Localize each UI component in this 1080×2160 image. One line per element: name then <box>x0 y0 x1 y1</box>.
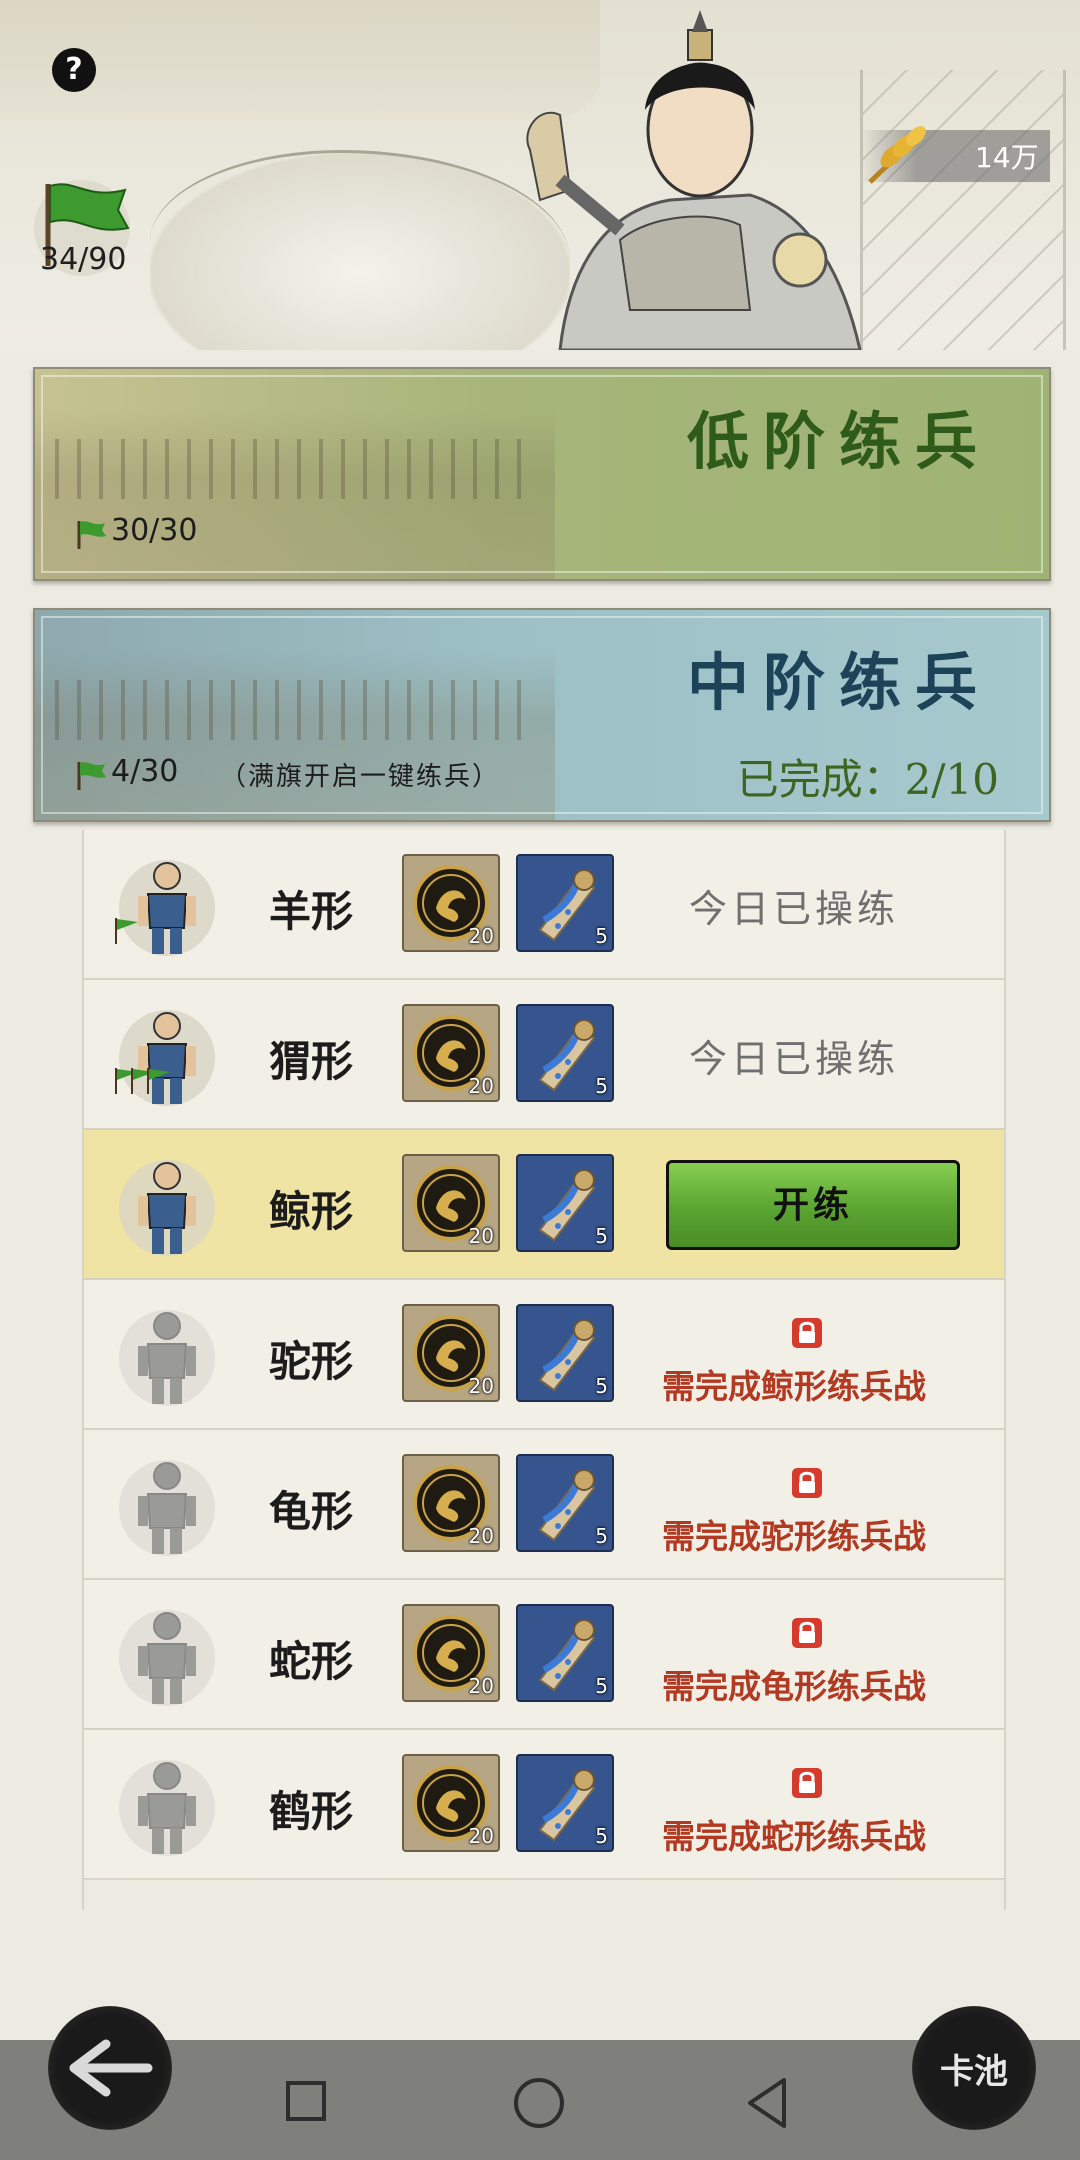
training-row[interactable]: 驼形 20 5 需完成鲸形练兵战 <box>84 1280 1004 1430</box>
system-back-icon[interactable] <box>744 2076 790 2130</box>
unlock-requirement: 需完成龟形练兵战 <box>662 1667 926 1706</box>
formation-name: 羊形 <box>269 887 354 936</box>
mid-tier-training-banner[interactable]: 中阶练兵 4/30 （满旗开启一键练兵） 已完成：2/10 <box>33 608 1051 822</box>
scroll-item-icon[interactable]: 5 <box>516 1604 614 1702</box>
coin-item-icon[interactable]: 20 <box>402 1754 500 1852</box>
formation-name: 鹤形 <box>269 1787 354 1836</box>
training-row[interactable]: 蛇形 20 5 需完成龟形练兵战 <box>84 1580 1004 1730</box>
lock-icon <box>792 1768 822 1798</box>
wheat-icon <box>868 126 926 184</box>
coin-item-icon[interactable]: 20 <box>402 1304 500 1402</box>
coin-item-icon[interactable]: 20 <box>402 1454 500 1552</box>
training-list[interactable]: 羊形 20 5 今日已操练 猬形 20 5 今日已操练 鲸形 20 5 开练 驼… <box>82 830 1006 1910</box>
formation-name: 猬形 <box>269 1037 354 1086</box>
coin-item-icon[interactable]: 20 <box>402 854 500 952</box>
card-pool-button[interactable]: 卡池 <box>912 2006 1036 2130</box>
scroll-item-icon[interactable]: 5 <box>516 1754 614 1852</box>
unlock-requirement: 需完成驼形练兵战 <box>662 1517 926 1556</box>
coin-item-icon[interactable]: 20 <box>402 1154 500 1252</box>
training-row[interactable]: 鲸形 20 5 开练 <box>84 1130 1004 1280</box>
unlock-requirement: 需完成蛇形练兵战 <box>662 1817 926 1856</box>
banner-note: （满旗开启一键练兵） <box>220 762 501 792</box>
low-tier-training-banner[interactable]: 低阶练兵 30/30 <box>33 367 1051 581</box>
green-flag-icon <box>77 762 106 790</box>
soldier-avatar-icon <box>115 860 215 956</box>
training-row[interactable]: 羊形 20 5 今日已操练 <box>84 830 1004 980</box>
back-button[interactable] <box>48 2006 172 2130</box>
unlock-requirement: 需完成鲸形练兵战 <box>662 1367 926 1406</box>
soldier-avatar-icon <box>115 1010 215 1106</box>
coin-item-icon[interactable]: 20 <box>402 1004 500 1102</box>
help-button[interactable]: ? <box>52 48 96 92</box>
general-portrait <box>526 10 862 350</box>
banner-title: 中阶练兵 <box>686 646 991 719</box>
training-row[interactable]: 鹤形 20 5 需完成蛇形练兵战 <box>84 1730 1004 1880</box>
scroll-item-icon[interactable]: 5 <box>516 1154 614 1252</box>
scroll-item-icon[interactable]: 5 <box>516 1304 614 1402</box>
watchtower-illustration <box>860 70 1066 350</box>
lock-icon <box>792 1468 822 1498</box>
coin-item-icon[interactable]: 20 <box>402 1604 500 1702</box>
grain-value: 14万 <box>975 141 1039 174</box>
formation-name: 蛇形 <box>269 1637 354 1686</box>
banner-flag-count: 30/30 <box>111 513 198 548</box>
banner-progress: 已完成：2/10 <box>736 755 999 804</box>
training-status: 今日已操练 <box>688 1037 899 1081</box>
flag-count: 34/90 <box>40 242 127 277</box>
start-training-button[interactable]: 开练 <box>666 1160 960 1250</box>
recents-icon[interactable] <box>286 2081 326 2121</box>
soldier-avatar-icon <box>119 1610 215 1706</box>
green-flag-icon <box>77 521 106 549</box>
banner-flag-count: 4/30 <box>111 754 179 789</box>
formation-name: 龟形 <box>269 1487 354 1536</box>
formation-name: 鲸形 <box>269 1187 354 1236</box>
list-fade <box>84 1870 1004 1910</box>
soldier-avatar-icon <box>119 1760 215 1856</box>
soldier-avatar-icon <box>119 1460 215 1556</box>
lock-icon <box>792 1618 822 1648</box>
training-row[interactable]: 龟形 20 5 需完成驼形练兵战 <box>84 1430 1004 1580</box>
home-icon[interactable] <box>514 2078 564 2128</box>
scroll-item-icon[interactable]: 5 <box>516 854 614 952</box>
header-artwork: ? 34/90 14万 <box>0 0 1080 350</box>
scroll-item-icon[interactable]: 5 <box>516 1454 614 1552</box>
soldier-avatar-icon <box>119 1310 215 1406</box>
training-status: 今日已操练 <box>688 887 899 931</box>
training-row[interactable]: 猬形 20 5 今日已操练 <box>84 980 1004 1130</box>
banner-title: 低阶练兵 <box>686 405 991 478</box>
back-arrow-icon <box>69 2039 153 2097</box>
formation-name: 驼形 <box>269 1337 354 1386</box>
lock-icon <box>792 1318 822 1348</box>
soldier-avatar-icon <box>119 1160 215 1256</box>
scroll-item-icon[interactable]: 5 <box>516 1004 614 1102</box>
card-pool-label: 卡池 <box>940 2052 1008 2092</box>
